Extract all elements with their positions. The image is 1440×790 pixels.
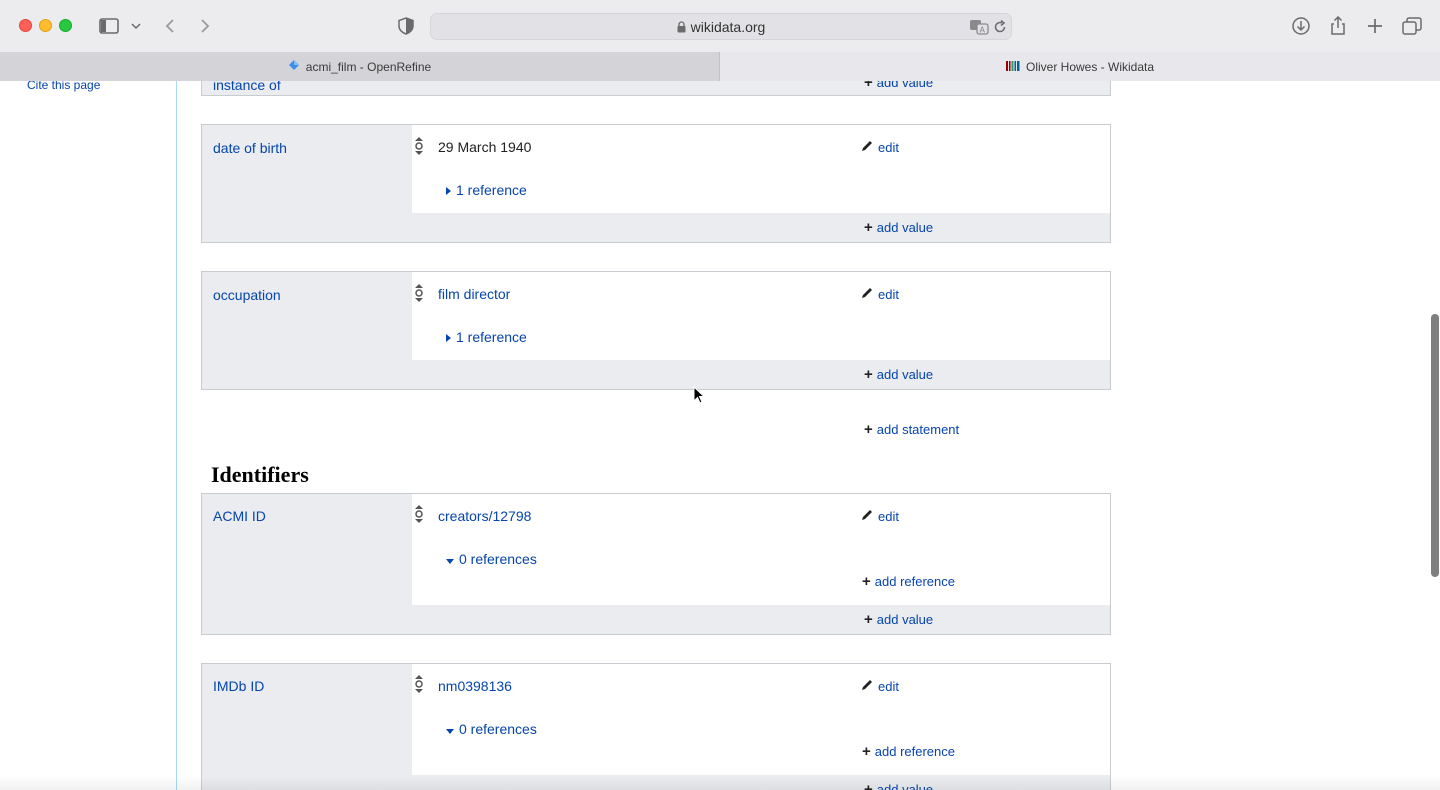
rank-selector-icon[interactable] (412, 504, 426, 524)
scrollbar-thumb[interactable] (1431, 314, 1439, 577)
plus-icon: + (864, 219, 873, 236)
sidebar-toggle-icon[interactable] (97, 14, 121, 38)
tab-overview-icon[interactable] (1401, 14, 1423, 38)
bottom-shadow (0, 776, 1440, 790)
lock-icon (677, 20, 686, 36)
add-value-button[interactable]: +add value (864, 367, 933, 382)
statement-imdb-id: IMDb ID nm0398136 edit 0 references + add… (201, 663, 1111, 790)
triangle-down-icon (446, 551, 454, 567)
property-label[interactable]: occupation (213, 287, 281, 303)
plus-icon: + (864, 611, 873, 628)
plus-icon: + (864, 421, 873, 438)
add-reference-button[interactable]: + add reference (862, 574, 955, 589)
triangle-right-icon (446, 182, 451, 198)
plus-icon: + (864, 366, 873, 383)
pencil-icon (860, 678, 874, 695)
add-value-button[interactable]: +add value (864, 81, 933, 90)
new-tab-icon[interactable] (1364, 14, 1386, 38)
cite-this-page-link[interactable]: Cite this page (27, 81, 100, 92)
references-toggle[interactable]: 0 references (446, 551, 537, 567)
plus-icon: + (862, 573, 871, 590)
pencil-icon (860, 508, 874, 525)
svg-text:A: A (980, 26, 986, 35)
tab-bar: acmi_film - OpenRefine Oliver Howes - Wi… (0, 52, 1440, 81)
rank-selector-icon[interactable] (412, 283, 426, 303)
pencil-icon (860, 139, 874, 156)
share-icon[interactable] (1327, 14, 1349, 38)
plus-icon: + (864, 81, 873, 91)
statement-value: 29 March 1940 edit 1 reference (412, 125, 1110, 213)
value-link[interactable]: creators/12798 (438, 508, 531, 524)
statement-date-of-birth: date of birth 29 March 1940 edit 1 refer… (201, 124, 1111, 243)
value-text: 29 March 1940 (438, 139, 532, 155)
tab-label: Oliver Howes - Wikidata (1025, 59, 1155, 74)
translate-icon[interactable]: A (969, 19, 989, 40)
statement-instance-of: instance of + add value (201, 81, 1111, 96)
browser-toolbar: wikidata.org A (0, 0, 1440, 52)
sidebar: Cite this page (0, 81, 177, 790)
statement-occupation: occupation film director edit 1 referenc… (201, 271, 1111, 390)
add-statement-button[interactable]: + add statement (864, 422, 959, 437)
tab-label: acmi_film - OpenRefine (305, 59, 432, 74)
rank-selector-icon[interactable] (412, 674, 426, 694)
tab-openrefine[interactable]: acmi_film - OpenRefine (0, 52, 720, 81)
property-label[interactable]: date of birth (213, 140, 287, 156)
rank-selector-icon[interactable] (412, 136, 426, 156)
wikidata-logo-icon (1005, 60, 1020, 74)
value-link[interactable]: film director (438, 286, 510, 302)
tab-wikidata[interactable]: Oliver Howes - Wikidata (720, 52, 1440, 81)
maximize-window-button[interactable] (59, 19, 72, 32)
statement-value: creators/12798 edit 0 references + add re… (412, 494, 1110, 605)
pencil-icon (860, 286, 874, 303)
back-icon[interactable] (160, 14, 180, 38)
identifiers-heading: Identifiers (211, 462, 309, 487)
statement-value: film director edit 1 reference (412, 272, 1110, 360)
add-value-button[interactable]: +add value (864, 220, 933, 235)
url-text: wikidata.org (690, 19, 766, 35)
triangle-right-icon (446, 329, 451, 345)
forward-icon[interactable] (195, 14, 215, 38)
property-label[interactable]: IMDb ID (213, 678, 264, 694)
reload-icon[interactable] (993, 19, 1007, 40)
plus-icon: + (862, 743, 871, 760)
references-toggle[interactable]: 1 reference (446, 329, 527, 345)
edit-button[interactable]: edit (860, 139, 899, 156)
references-toggle[interactable]: 1 reference (446, 182, 527, 198)
downloads-icon[interactable] (1290, 14, 1312, 38)
edit-button[interactable]: edit (860, 286, 899, 303)
minimize-window-button[interactable] (39, 19, 52, 32)
property-label[interactable]: ACMI ID (213, 508, 266, 524)
add-reference-button[interactable]: + add reference (862, 744, 955, 759)
statement-acmi-id: ACMI ID creators/12798 edit 0 references… (201, 493, 1111, 635)
privacy-shield-icon[interactable] (396, 14, 416, 38)
references-toggle[interactable]: 0 references (446, 721, 537, 737)
edit-button[interactable]: edit (860, 678, 899, 695)
edit-button[interactable]: edit (860, 508, 899, 525)
chevron-down-icon[interactable] (130, 14, 142, 38)
openrefine-diamond-icon (288, 59, 300, 74)
triangle-down-icon (446, 721, 454, 737)
close-window-button[interactable] (19, 19, 32, 32)
add-value-button[interactable]: +add value (864, 612, 933, 627)
statement-value: nm0398136 edit 0 references + add referen… (412, 664, 1110, 775)
property-label[interactable]: instance of (213, 81, 281, 93)
page-content: Cite this page instance of + add value da… (0, 81, 1440, 790)
address-bar[interactable]: wikidata.org A (430, 13, 1012, 40)
mouse-cursor-icon (693, 385, 706, 409)
value-link[interactable]: nm0398136 (438, 678, 512, 694)
